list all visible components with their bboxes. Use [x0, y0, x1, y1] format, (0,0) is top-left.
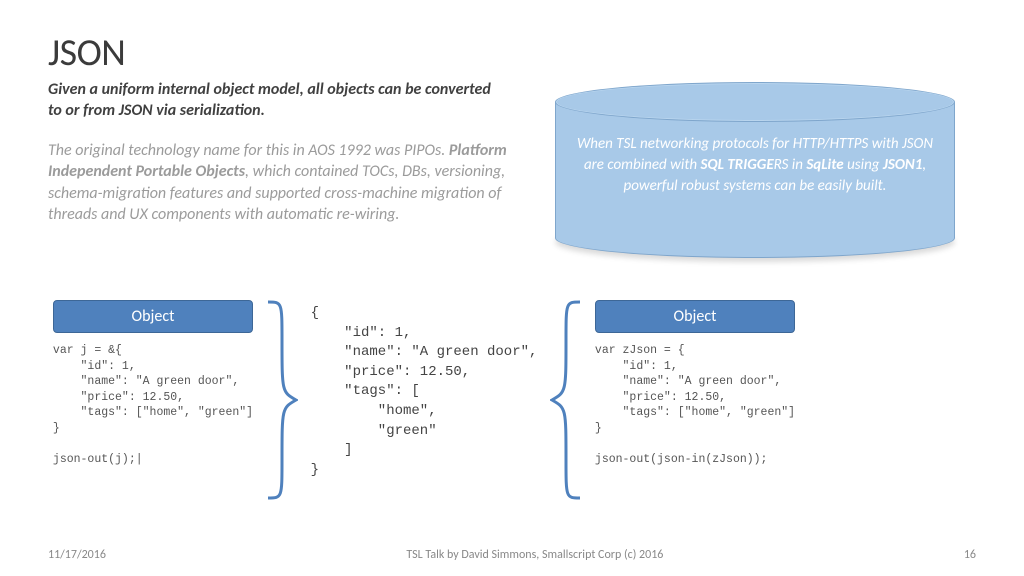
- cylinder-top: [555, 82, 955, 122]
- cyl-l3: using: [844, 156, 883, 174]
- footer-date: 11/17/2016: [48, 548, 106, 562]
- footer-center: TSL Talk by David Simmons, Smallscript C…: [406, 548, 663, 562]
- cylinder-callout: When TSL networking protocols for HTTP/H…: [555, 82, 955, 258]
- object-label-left: Object: [53, 300, 253, 333]
- cyl-b1: SQL TRIGGE: [700, 156, 773, 174]
- object-label-right: Object: [595, 300, 795, 333]
- right-column: Object var zJson = { "id": 1, "name": "A…: [590, 300, 800, 467]
- middle-column: { "id": 1, "name": "A green door", "pric…: [304, 300, 544, 480]
- desc-pre: The original technology name for this in…: [48, 141, 449, 160]
- brace-left-icon: [550, 300, 584, 500]
- footer-page: 16: [964, 548, 976, 562]
- cyl-l2: RS in: [774, 156, 807, 174]
- cyl-b3: JSON1: [883, 156, 922, 174]
- cyl-b2: SqLite: [806, 156, 843, 174]
- slide-footer: 11/17/2016 TSL Talk by David Simmons, Sm…: [48, 548, 976, 562]
- code-mid: { "id": 1, "name": "A green door", "pric…: [311, 304, 538, 480]
- left-column: Object var j = &{ "id": 1, "name": "A gr…: [48, 300, 258, 467]
- slide-title: JSON: [48, 30, 976, 76]
- code-left: var j = &{ "id": 1, "name": "A green doo…: [53, 343, 253, 467]
- slide-subtitle: Given a uniform internal object model, a…: [48, 80, 508, 122]
- brace-right-icon: [264, 300, 298, 500]
- code-right: var zJson = { "id": 1, "name": "A green …: [595, 343, 795, 467]
- diagram-row: Object var j = &{ "id": 1, "name": "A gr…: [48, 300, 976, 500]
- slide-description: The original technology name for this in…: [48, 140, 508, 226]
- cylinder-text: When TSL networking protocols for HTTP/H…: [573, 134, 937, 197]
